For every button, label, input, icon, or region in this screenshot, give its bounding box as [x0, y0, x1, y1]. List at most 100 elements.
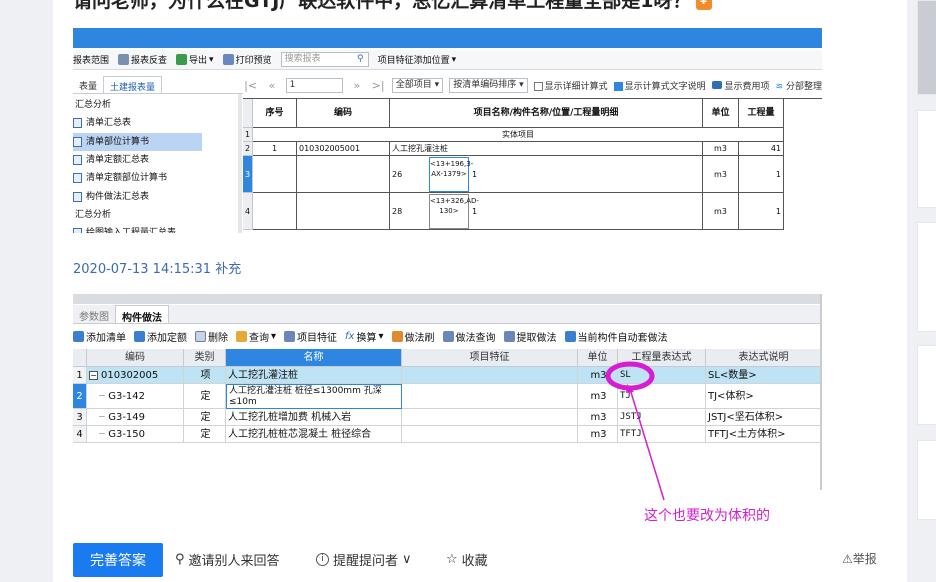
cell-code[interactable]: −010302005	[87, 367, 184, 384]
invite-button[interactable]: ⚲ 邀请别人来回答	[175, 550, 280, 569]
cell-expr[interactable]: SL	[618, 367, 706, 384]
cell-expr[interactable]: TJ	[618, 384, 706, 409]
extract-method-button[interactable]: 提取做法	[503, 329, 557, 344]
add-quota-button[interactable]: 添加定额	[134, 329, 187, 344]
last-page-button[interactable]: >|	[371, 79, 386, 92]
warning-icon: ⚠	[842, 552, 853, 566]
cell-unit[interactable]: m3	[578, 384, 618, 409]
tab-component-method[interactable]: 构件做法	[115, 305, 169, 324]
split-button[interactable]: ≋ 分部整理	[776, 79, 822, 92]
text-desc-checkbox[interactable]: 显示计算式文字说明	[613, 79, 706, 92]
tab-civil-report[interactable]: 土建报表量	[103, 76, 163, 93]
export-icon	[176, 54, 188, 65]
cell-feature[interactable]	[402, 409, 578, 426]
remind-button[interactable]: i 提醒提问者 ∨	[316, 550, 412, 569]
splitter[interactable]	[238, 94, 242, 233]
cell-desc[interactable]: SL<数量>	[706, 367, 822, 384]
report-link[interactable]: ⚠举报	[842, 550, 877, 567]
feature-position-dropdown[interactable]: 项目特征添加位置 ▾	[378, 53, 457, 67]
cell-code[interactable]: ┄ G3-142	[87, 384, 184, 409]
export-button[interactable]: 导出 ▾	[176, 53, 214, 66]
fee-toggle[interactable]: 显示费用项	[711, 79, 770, 92]
all-items-dropdown[interactable]: 全部项目 ▾	[391, 77, 444, 93]
query-icon	[236, 330, 247, 342]
report-search-input[interactable]: 搜索报表 ⚲	[280, 52, 369, 67]
cell-feature[interactable]	[402, 367, 578, 384]
cell-expr[interactable]: TFTJ	[618, 426, 706, 443]
col-unit: 单位	[703, 99, 739, 128]
tree-group[interactable]: 汇总分析	[73, 96, 238, 114]
formula-cell[interactable]: <13+326,AD-130>	[429, 194, 479, 229]
detail-checkbox[interactable]: 显示详细计算式	[533, 79, 608, 92]
row-number: 4	[243, 193, 253, 230]
tree-item[interactable]: 清单汇总表	[73, 114, 238, 132]
tree-item[interactable]: 清单定额汇总表	[73, 151, 238, 169]
cell-feature[interactable]	[402, 384, 578, 409]
cell-unit[interactable]: m3	[578, 426, 618, 443]
cell-qty: 1	[739, 156, 784, 193]
add-quota-icon	[134, 330, 145, 342]
cell-name[interactable]: 人工挖孔灌注桩	[226, 367, 402, 384]
tree-item[interactable]: 构件做法汇总表	[73, 187, 238, 205]
next-page-button[interactable]: »	[349, 79, 364, 92]
row-number-selected: 2	[73, 384, 87, 409]
cell-type[interactable]: 定	[184, 384, 226, 409]
tree-group[interactable]: 汇总分析	[73, 206, 238, 224]
report-scope-button[interactable]: 报表范围	[73, 53, 109, 66]
print-preview-button[interactable]: 打印预览	[222, 53, 272, 66]
cell-seq: 1	[253, 142, 297, 156]
cell-unit[interactable]: m3	[578, 409, 618, 426]
add-list-button[interactable]: 添加清单	[73, 329, 126, 344]
cell-unit: m3	[703, 156, 739, 193]
complete-answer-button[interactable]: 完善答案	[73, 543, 163, 577]
method-screenshot: 参数图 构件做法 添加清单 添加定额 删除 查询 ▾ 项目特征 fx 换算 ▾ 做…	[73, 294, 822, 490]
cell-code[interactable]: ┄ G3-149	[87, 409, 184, 426]
sort-dropdown[interactable]: 按清单编码排序 ▾	[449, 77, 528, 93]
col-seq: 序号	[253, 99, 297, 128]
prev-page-button[interactable]: «	[264, 79, 279, 92]
auto-method-button[interactable]: 当前构件自动套做法	[564, 329, 668, 344]
document-icon	[73, 173, 82, 184]
cell-type[interactable]: 项	[184, 367, 226, 384]
tree-item[interactable]: 清单定额部位计算书	[73, 169, 238, 187]
row-number: 4	[73, 426, 87, 443]
cell-name-editing[interactable]: 人工挖孔灌注桩 桩径≤1300mm 孔深≤10m	[226, 384, 402, 409]
report-lookup-button[interactable]: 报表反查	[118, 53, 167, 66]
cell-type[interactable]: 定	[184, 409, 226, 426]
cell-name[interactable]: 人工挖孔桩桩芯混凝土 桩径综合	[226, 426, 402, 443]
col-expr: 工程量表达式	[618, 349, 706, 367]
method-query-button[interactable]: 做法查询	[442, 329, 496, 344]
first-page-button[interactable]: |<	[243, 79, 258, 92]
cell-name[interactable]: 人工挖孔桩增加费 机械入岩	[226, 409, 402, 426]
cell-code	[297, 193, 390, 230]
tree-item[interactable]: 绘图输入工程量汇总表	[73, 224, 238, 233]
query-button[interactable]: 查询 ▾	[236, 329, 276, 344]
add-list-icon	[73, 330, 84, 342]
cell-unit: m3	[703, 142, 739, 156]
cell-type[interactable]: 定	[184, 426, 226, 443]
cell-value: 1	[472, 170, 478, 179]
panel-strip	[73, 294, 822, 304]
document-icon	[73, 155, 82, 166]
cell-desc[interactable]: JSTJ<坚石体积>	[706, 409, 822, 426]
delete-button[interactable]: 删除	[195, 329, 228, 344]
favorite-button[interactable]: ☆ 收藏	[446, 550, 488, 569]
cell-desc[interactable]: TJ<体积>	[706, 384, 822, 409]
convert-button[interactable]: fx 换算 ▾	[345, 329, 383, 344]
method-brush-button[interactable]: 做法刷	[391, 329, 435, 344]
cell-feature[interactable]	[402, 426, 578, 443]
page-input[interactable]: 1	[285, 77, 344, 93]
cell-desc[interactable]: TFTJ<土方体积>	[706, 426, 822, 443]
collapse-icon[interactable]: −	[89, 371, 98, 380]
tree-item-selected[interactable]: 清单部位计算书	[73, 132, 202, 151]
panel-border	[820, 294, 822, 490]
page: { "question": { "title": "请问老师，为什么在GTJ广联…	[0, 0, 936, 582]
feature-button[interactable]: 项目特征	[284, 329, 337, 344]
cell-code[interactable]: ┄ G3-150	[87, 426, 184, 443]
tab-quantity[interactable]: 表量	[73, 76, 103, 93]
cell-unit[interactable]: m3	[578, 367, 618, 384]
formula-cell[interactable]: <13+196,3-AX-1379>	[429, 157, 473, 192]
search-icon: ⚲	[357, 54, 364, 64]
tab-params[interactable]: 参数图	[73, 305, 115, 323]
cell-expr[interactable]: JSTJ	[618, 409, 706, 426]
